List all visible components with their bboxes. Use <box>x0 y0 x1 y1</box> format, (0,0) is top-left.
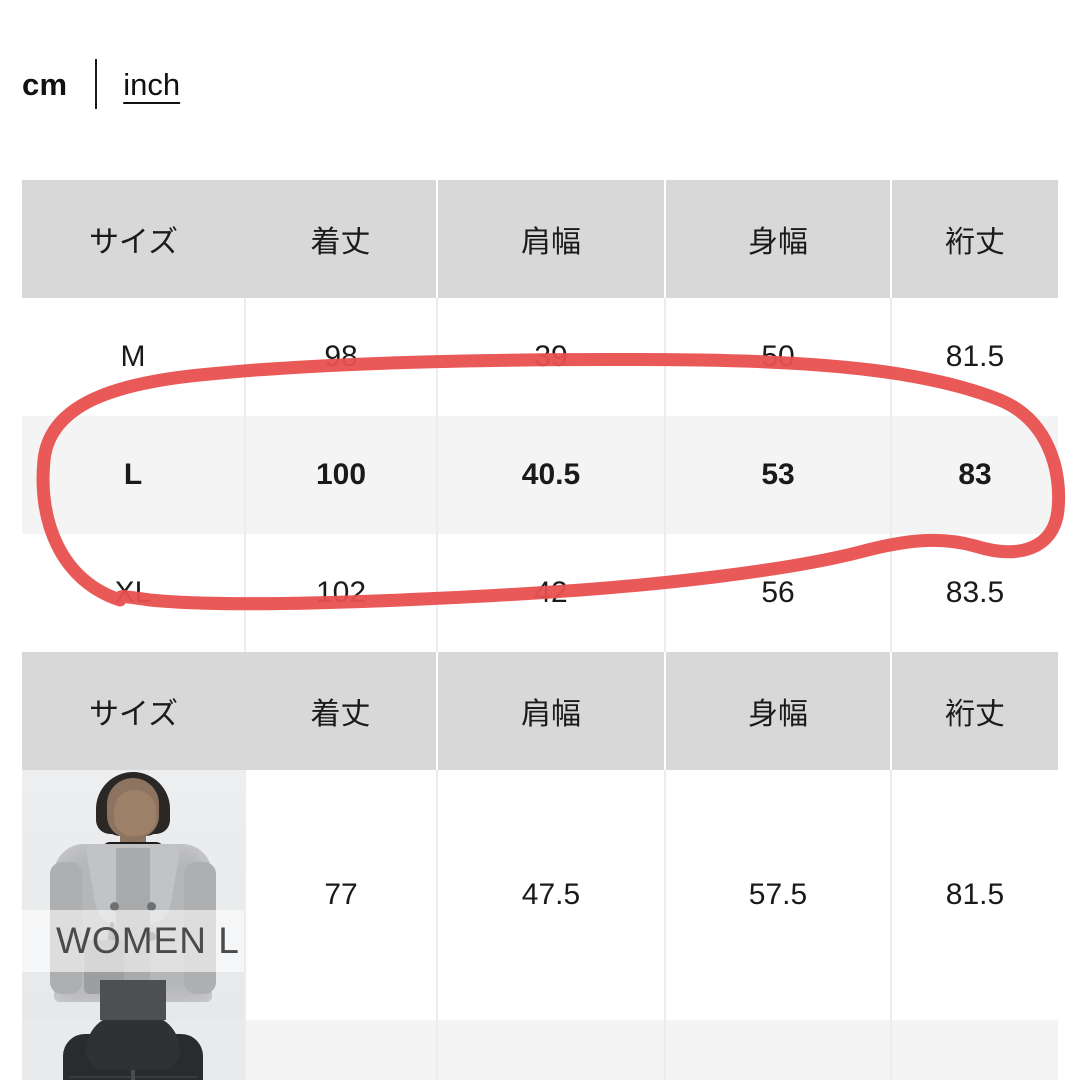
col-header-sleeve: 裄丈 <box>891 180 1058 298</box>
header-row: サイズ 着丈 肩幅 身幅 裄丈 <box>22 180 1058 298</box>
puffer-hood-icon <box>86 1020 180 1070</box>
cell-length-2: 77 <box>245 770 438 1020</box>
col-header-chest-2: 身幅 <box>665 652 892 770</box>
cell-sleeve: 81.5 <box>891 298 1058 416</box>
cell-chest-3 <box>665 1020 892 1080</box>
table-row[interactable]: XL 102 42 56 83.5 <box>22 534 1058 652</box>
cell-length: 98 <box>245 298 438 416</box>
model-face-icon <box>114 790 156 836</box>
cell-chest: 50 <box>665 298 892 416</box>
cell-sleeve: 83.5 <box>891 534 1058 652</box>
product-row[interactable]: WOMEN L 77 47.5 57.5 81.5 <box>22 770 1058 1020</box>
table-row[interactable]: M 98 39 50 81.5 <box>22 298 1058 416</box>
size-table-header: サイズ 着丈 肩幅 身幅 裄丈 <box>22 180 1058 298</box>
col-header-length: 着丈 <box>245 180 438 298</box>
product-rows: WOMEN L 77 47.5 57.5 81.5 <box>22 770 1058 1080</box>
size-table: サイズ 着丈 肩幅 身幅 裄丈 M 98 39 50 81.5 L 100 40… <box>22 180 1058 1080</box>
product-row[interactable] <box>22 1020 1058 1080</box>
cell-chest: 56 <box>665 534 892 652</box>
cell-length: 102 <box>245 534 438 652</box>
cell-shoulder: 42 <box>437 534 666 652</box>
cell-sleeve-2: 81.5 <box>891 770 1058 1020</box>
cell-chest: 53 <box>665 416 892 534</box>
size-table-header-secondary: サイズ 着丈 肩幅 身幅 裄丈 <box>22 652 1058 770</box>
size-table-body: M 98 39 50 81.5 L 100 40.5 53 83 XL 102 … <box>22 298 1058 652</box>
unit-toggle[interactable]: cm inch <box>22 58 180 110</box>
header-row-secondary: サイズ 着丈 肩幅 身幅 裄丈 <box>22 652 1058 770</box>
cell-shoulder: 39 <box>437 298 666 416</box>
product-image-overlay: WOMEN L <box>22 910 243 972</box>
col-header-sleeve-2: 裄丈 <box>891 652 1058 770</box>
col-header-chest: 身幅 <box>665 180 892 298</box>
cell-size: L <box>22 416 246 534</box>
cell-length: 100 <box>245 416 438 534</box>
cell-length-3 <box>245 1020 438 1080</box>
cell-shoulder-2: 47.5 <box>437 770 666 1020</box>
cell-shoulder: 40.5 <box>437 416 666 534</box>
col-header-length-2: 着丈 <box>245 652 438 770</box>
unit-tab-inch[interactable]: inch <box>123 69 180 100</box>
product-image-label: WOMEN L <box>56 920 240 961</box>
col-header-shoulder: 肩幅 <box>437 180 666 298</box>
size-chart-page: cm inch サイズ 着丈 肩幅 身幅 裄丈 M 98 39 50 81.5 <box>0 0 1080 1080</box>
cell-size: M <box>22 298 246 416</box>
unit-tab-cm[interactable]: cm <box>22 69 67 100</box>
col-header-size: サイズ <box>22 180 245 298</box>
cell-shoulder-3 <box>437 1020 666 1080</box>
table-row-selected[interactable]: L 100 40.5 53 83 <box>22 416 1058 534</box>
col-header-shoulder-2: 肩幅 <box>437 652 666 770</box>
model-legs-icon <box>100 980 166 1020</box>
cell-sleeve: 83 <box>891 416 1058 534</box>
cell-sleeve-3 <box>891 1020 1058 1080</box>
unit-divider <box>95 59 98 109</box>
cell-chest-2: 57.5 <box>665 770 892 1020</box>
product-thumbnail-coat[interactable]: WOMEN L <box>22 770 246 1020</box>
product-thumbnail-puffer[interactable] <box>22 1020 246 1080</box>
cell-size: XL <box>22 534 246 652</box>
col-header-size-2: サイズ <box>22 652 245 770</box>
coat-photo <box>22 770 243 1020</box>
